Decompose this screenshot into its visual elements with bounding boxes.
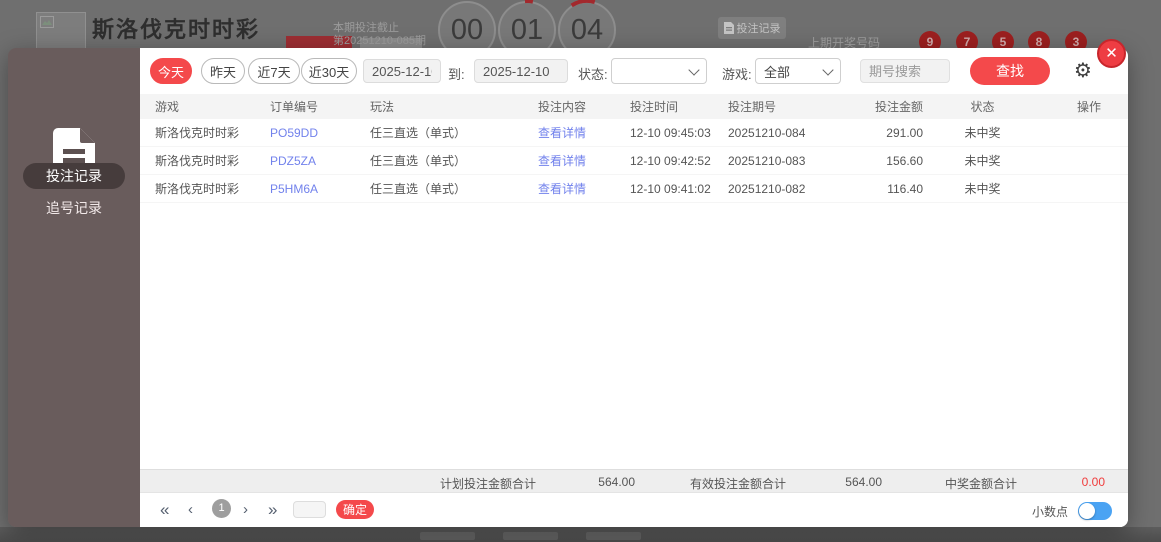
cell-period: 20251210-082 bbox=[728, 181, 806, 196]
game-title: 斯洛伐克时时彩 bbox=[92, 17, 261, 42]
cell-view-details-link[interactable]: 查看详情 bbox=[538, 180, 630, 197]
bg-bottom-strip bbox=[0, 527, 1161, 542]
period-label: 第20251210-085期 bbox=[333, 35, 426, 47]
bg-bet-record-label: 投注记录 bbox=[736, 23, 781, 35]
date-to-label: 到: bbox=[448, 67, 465, 82]
close-button[interactable]: ✕ bbox=[1097, 39, 1126, 68]
document-icon bbox=[723, 22, 734, 34]
gear-icon[interactable]: ⚙ bbox=[1074, 58, 1092, 84]
win-total-label: 中奖金额合计 bbox=[945, 477, 1018, 491]
game-select-value: 全部 bbox=[764, 64, 791, 80]
first-page-button[interactable]: « bbox=[160, 500, 169, 520]
col-game: 游戏 bbox=[155, 100, 180, 114]
betting-records-screen: 斯洛伐克时时彩 本期投注截止 第20251210-085期 00 01 04 投… bbox=[0, 0, 1161, 542]
cell-time: 12-10 09:42:52 bbox=[630, 153, 711, 168]
game-logo-placeholder bbox=[36, 12, 86, 52]
col-time: 投注时间 bbox=[630, 100, 679, 114]
win-total-value: 0.00 bbox=[1081, 475, 1105, 489]
table-row: 斯洛伐克时时彩 P5HM6A 任三直选（单式） 查看详情 12-10 09:41… bbox=[140, 175, 1128, 203]
sidebar-item-bet-records[interactable]: 投注记录 bbox=[23, 163, 125, 189]
chevron-down-icon bbox=[688, 63, 700, 76]
cell-time: 12-10 09:45:03 bbox=[630, 125, 711, 140]
plan-total-label: 计划投注金额合计 bbox=[440, 477, 537, 491]
col-action: 操作 bbox=[1076, 100, 1101, 114]
decimal-toggle[interactable] bbox=[1078, 502, 1112, 520]
col-period: 投注期号 bbox=[728, 100, 777, 114]
col-content: 投注内容 bbox=[538, 100, 587, 114]
status-label: 状态: bbox=[578, 67, 608, 82]
valid-total-value: 564.00 bbox=[845, 475, 882, 489]
chevron-down-icon bbox=[822, 63, 834, 76]
col-status: 状态 bbox=[970, 100, 995, 114]
cell-order-id-link[interactable]: P5HM6A bbox=[270, 182, 370, 196]
toggle-knob bbox=[1079, 503, 1095, 519]
bg-bet-record-button: 投注记录 bbox=[718, 17, 786, 39]
col-play: 玩法 bbox=[370, 100, 395, 114]
filter-today-button[interactable]: 今天 bbox=[150, 58, 192, 84]
cell-order-id-link[interactable]: PO59DD bbox=[270, 126, 370, 140]
col-amount: 投注金额 bbox=[874, 100, 923, 114]
cell-status: 未中奖 bbox=[964, 126, 1001, 140]
cell-game: 斯洛伐克时时彩 bbox=[155, 126, 240, 140]
table-row: 斯洛伐克时时彩 PDZ5ZA 任三直选（单式） 查看详情 12-10 09:42… bbox=[140, 147, 1128, 175]
modal-sidebar: 投注记录 追号记录 bbox=[8, 48, 140, 527]
cell-time: 12-10 09:41:02 bbox=[630, 181, 711, 196]
cell-view-details-link[interactable]: 查看详情 bbox=[538, 124, 630, 141]
cell-play: 任三直选（单式） bbox=[370, 126, 467, 140]
summary-bar: 计划投注金额合计 564.00 有效投注金额合计 564.00 中奖金额合计 0… bbox=[140, 469, 1128, 493]
current-page-badge[interactable]: 1 bbox=[212, 499, 231, 518]
table-row: 斯洛伐克时时彩 PO59DD 任三直选（单式） 查看详情 12-10 09:45… bbox=[140, 119, 1128, 147]
cell-game: 斯洛伐克时时彩 bbox=[155, 182, 240, 196]
table-header-row: 游戏 订单编号 玩法 投注内容 投注时间 投注期号 投注金额 状态 操作 bbox=[140, 94, 1128, 119]
cell-play: 任三直选（单式） bbox=[370, 182, 467, 196]
cell-order-id-link[interactable]: PDZ5ZA bbox=[270, 154, 370, 168]
valid-total-label: 有效投注金额合计 bbox=[690, 477, 787, 491]
cell-status: 未中奖 bbox=[964, 182, 1001, 196]
decimal-toggle-label: 小数点 bbox=[1032, 505, 1069, 519]
cell-amount: 116.40 bbox=[887, 181, 923, 196]
deadline-label: 本期投注截止 bbox=[333, 22, 399, 34]
betting-records-modal: 投注记录 追号记录 今天 昨天 近7天 近30天 到: 状态: 游戏: 全部 bbox=[8, 48, 1128, 527]
game-label: 游戏: bbox=[722, 67, 752, 82]
plan-total-value: 564.00 bbox=[598, 475, 635, 489]
cell-game: 斯洛伐克时时彩 bbox=[155, 154, 240, 168]
prev-page-button[interactable]: ‹ bbox=[188, 500, 193, 520]
bg-bottom-shape bbox=[420, 532, 475, 540]
page-jump-input[interactable] bbox=[293, 501, 326, 518]
last-page-button[interactable]: » bbox=[268, 500, 277, 520]
broken-image-icon bbox=[40, 16, 54, 28]
col-order-id: 订单编号 bbox=[270, 100, 319, 114]
search-button[interactable]: 查找 bbox=[970, 57, 1050, 85]
date-to-input[interactable] bbox=[474, 59, 568, 83]
bg-bottom-shape bbox=[586, 532, 641, 540]
cell-view-details-link[interactable]: 查看详情 bbox=[538, 152, 630, 169]
modal-content-panel: 今天 昨天 近7天 近30天 到: 状态: 游戏: 全部 查找 ⚙ 游戏 bbox=[140, 48, 1128, 527]
filter-30days-button[interactable]: 近30天 bbox=[301, 58, 357, 84]
cell-amount: 291.00 bbox=[886, 125, 923, 140]
cell-amount: 156.60 bbox=[886, 153, 923, 168]
page-confirm-button[interactable]: 确定 bbox=[336, 500, 374, 519]
period-search-input[interactable] bbox=[860, 59, 950, 83]
game-select[interactable]: 全部 bbox=[755, 58, 841, 84]
deadline-block: 本期投注截止 第20251210-085期 bbox=[333, 22, 426, 48]
next-page-button[interactable]: › bbox=[243, 500, 248, 520]
close-icon: ✕ bbox=[1105, 45, 1118, 62]
filter-yesterday-button[interactable]: 昨天 bbox=[201, 58, 245, 84]
filter-7days-button[interactable]: 近7天 bbox=[248, 58, 300, 84]
cell-period: 20251210-083 bbox=[728, 153, 806, 168]
footer-bar: « ‹ 1 › » 确定 小数点 bbox=[140, 493, 1128, 527]
bg-bottom-shape bbox=[503, 532, 558, 540]
cell-play: 任三直选（单式） bbox=[370, 154, 467, 168]
sidebar-item-chase-records[interactable]: 追号记录 bbox=[23, 195, 125, 221]
cell-period: 20251210-084 bbox=[728, 125, 806, 140]
date-from-input[interactable] bbox=[363, 59, 441, 83]
cell-status: 未中奖 bbox=[964, 154, 1001, 168]
status-select[interactable] bbox=[611, 58, 707, 84]
